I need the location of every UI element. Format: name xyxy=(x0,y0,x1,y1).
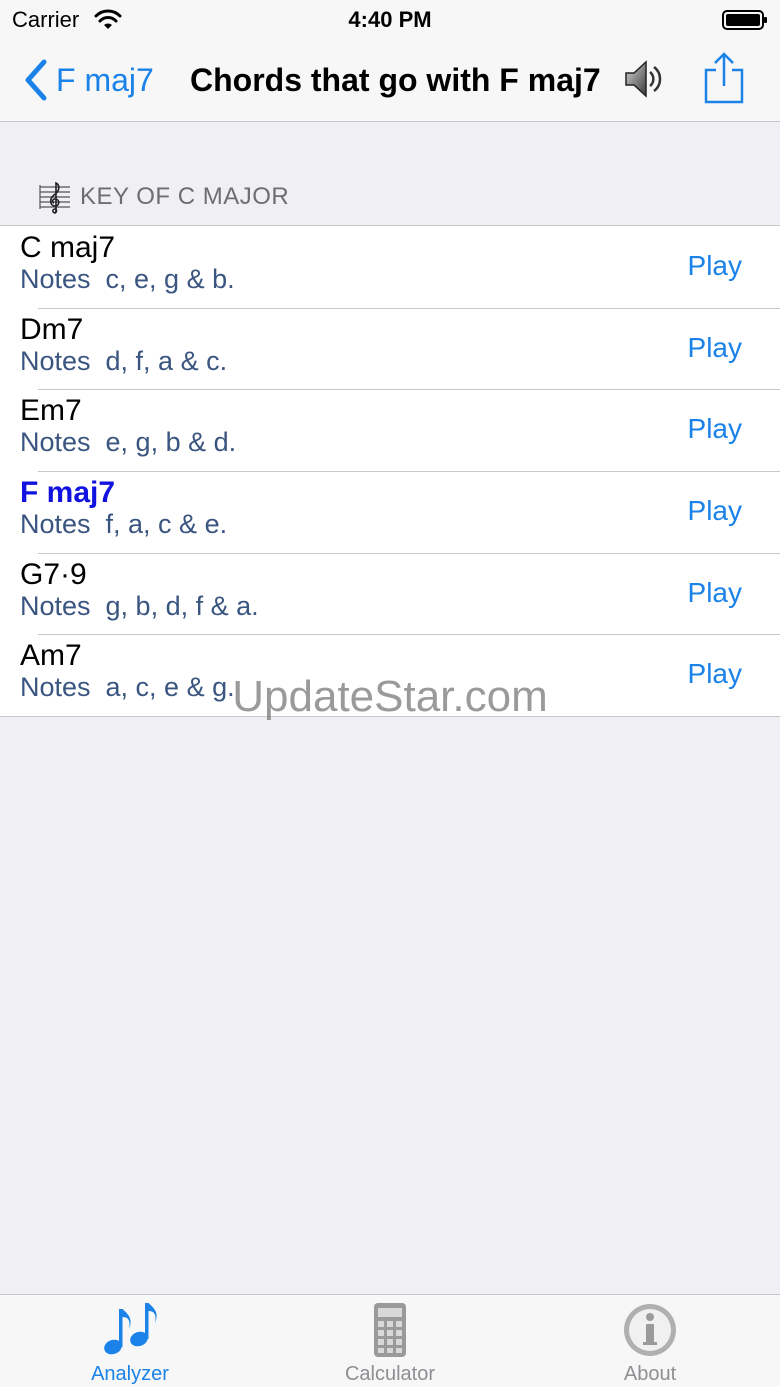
tab-analyzer[interactable]: Analyzer xyxy=(0,1295,260,1387)
chord-list: C maj7 Notes c, e, g & b. Play Dm7 Notes… xyxy=(0,225,780,718)
tab-calculator[interactable]: Calculator xyxy=(260,1295,520,1387)
page-title: Chords that go with F maj7 xyxy=(190,62,601,98)
chord-notes: Notes a, c, e & g. xyxy=(20,672,235,703)
share-icon[interactable] xyxy=(702,50,746,106)
speaker-icon[interactable] xyxy=(620,56,666,102)
chevron-left-icon xyxy=(25,59,47,101)
play-button[interactable]: Play xyxy=(688,658,742,690)
status-bar: Carrier 4:40 PM xyxy=(0,0,780,40)
chord-notes: Notes d, f, a & c. xyxy=(20,345,228,376)
chord-notes: Notes f, a, c & e. xyxy=(20,509,228,540)
chord-name: F maj7 xyxy=(20,476,116,510)
play-button[interactable]: Play xyxy=(688,495,742,527)
battery-icon xyxy=(722,10,767,30)
play-button[interactable]: Play xyxy=(688,577,742,609)
back-button[interactable]: F maj7 xyxy=(22,56,154,104)
list-item[interactable]: Dm7 Notes d, f, a & c. Play xyxy=(0,307,780,390)
list-item[interactable]: Am7 Notes a, c, e & g. Play xyxy=(0,634,780,716)
tab-about[interactable]: About xyxy=(520,1295,780,1387)
back-label: F maj7 xyxy=(56,61,154,98)
tab-label: Analyzer xyxy=(91,1363,169,1385)
list-item[interactable]: G7·9 Notes g, b, d, f & a. Play xyxy=(0,552,780,635)
tab-label: Calculator xyxy=(344,1363,436,1385)
list-item[interactable]: F maj7 Notes f, a, c & e. Play xyxy=(0,471,780,553)
chord-notes: Notes e, g, b & d. xyxy=(20,427,237,458)
status-time: 4:40 PM xyxy=(348,7,432,32)
play-button[interactable]: Play xyxy=(688,413,742,445)
chord-name: Dm7 xyxy=(20,312,84,346)
chord-name: G7·9 xyxy=(20,557,87,591)
chord-name: Em7 xyxy=(20,394,82,428)
chord-name: Am7 xyxy=(20,639,82,673)
chord-notes: Notes g, b, d, f & a. xyxy=(20,590,259,621)
tab-bar: Analyzer Calculator About xyxy=(0,1294,780,1387)
navigation-bar: F maj7 Chords that go with F maj7 xyxy=(0,40,780,122)
tab-label: About xyxy=(623,1363,677,1385)
chord-notes: Notes c, e, g & b. xyxy=(20,264,235,294)
music-notes-icon xyxy=(104,1303,157,1355)
chord-name: C maj7 xyxy=(20,231,116,264)
play-button[interactable]: Play xyxy=(688,250,742,282)
calculator-icon xyxy=(374,1303,406,1357)
list-item[interactable]: C maj7 Notes c, e, g & b. Play xyxy=(0,226,780,308)
list-item[interactable]: Em7 Notes e, g, b & d. Play xyxy=(0,389,780,471)
staff-icon xyxy=(39,181,70,214)
play-button[interactable]: Play xyxy=(688,332,742,364)
section-label: KEY OF C MAJOR xyxy=(80,183,290,210)
info-icon xyxy=(624,1304,676,1356)
section-header: KEY OF C MAJOR xyxy=(38,176,289,218)
